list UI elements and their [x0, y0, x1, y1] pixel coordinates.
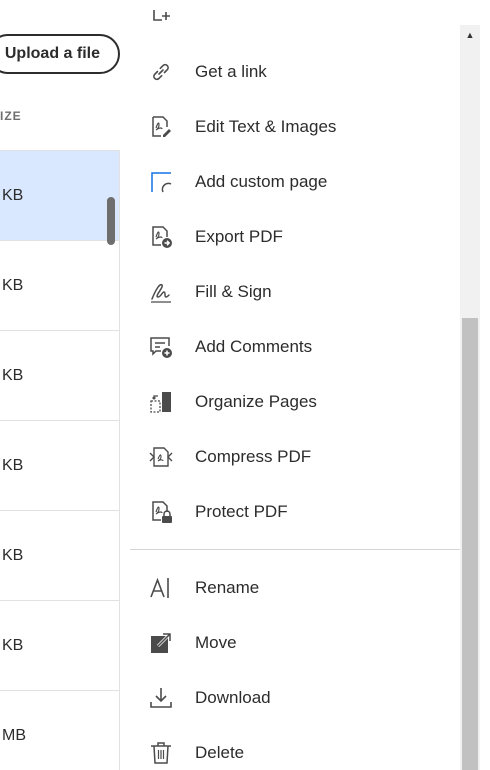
edit-pdf-icon [149, 115, 173, 139]
file-list-scroll-thumb[interactable] [107, 197, 115, 245]
menu-divider [130, 549, 460, 550]
scroll-up-arrow-icon[interactable]: ▲ [460, 25, 480, 45]
add-comment-icon [149, 335, 173, 359]
file-size: KB [2, 546, 24, 564]
menu-item-label: Delete [195, 742, 245, 762]
rename-icon [149, 576, 173, 600]
file-row[interactable]: KB [0, 511, 119, 601]
file-size: KB [2, 276, 24, 294]
menu-item-label: Fill & Sign [195, 281, 272, 301]
file-row[interactable]: KB [0, 421, 119, 511]
page-scroll-thumb[interactable] [462, 318, 478, 770]
menu-item-download[interactable]: Download [128, 670, 460, 725]
menu-item-label: Add custom page [195, 171, 328, 191]
file-row[interactable]: KB [0, 601, 119, 691]
fill-sign-icon [149, 280, 173, 304]
file-row[interactable]: KB [0, 331, 119, 421]
menu-item-label: Organize Pages [195, 391, 317, 411]
download-icon [149, 686, 173, 710]
menu-item-compress-pdf[interactable]: Compress PDF [128, 429, 460, 484]
menu-item-rename[interactable]: Rename [128, 560, 460, 615]
file-size: MB [2, 726, 26, 744]
upload-file-button[interactable]: Upload a file [0, 34, 120, 74]
menu-item-label: Download [195, 687, 271, 707]
file-context-menu: Get a link Edit Text & Images Add custom… [128, 0, 460, 770]
menu-item-delete[interactable]: Delete [128, 725, 460, 770]
menu-item-edit-text-images[interactable]: Edit Text & Images [128, 99, 460, 154]
link-icon [149, 60, 173, 84]
menu-item-organize-pages[interactable]: Organize Pages [128, 374, 460, 429]
file-size: KB [2, 366, 24, 384]
page-scrollbar[interactable]: ▲ [460, 25, 480, 770]
menu-item-get-a-link[interactable]: Get a link [128, 44, 460, 99]
move-icon [149, 631, 173, 655]
menu-item-export-pdf[interactable]: Export PDF [128, 209, 460, 264]
file-list-panel: Upload a file IZE KB KB KB KB KB KB MB [0, 0, 120, 770]
file-row[interactable]: MB [0, 691, 119, 770]
menu-item-add-custom-page[interactable]: Add custom page [128, 154, 460, 209]
menu-item-label: Export PDF [195, 226, 283, 246]
protect-pdf-icon [149, 500, 173, 524]
trash-icon [149, 741, 173, 765]
menu-item-label: Edit Text & Images [195, 116, 337, 136]
compress-pdf-icon [149, 445, 173, 469]
menu-item-move[interactable]: Move [128, 615, 460, 670]
file-size: KB [2, 186, 24, 204]
menu-item-add-comments[interactable]: Add Comments [128, 319, 460, 374]
file-row[interactable]: KB [0, 151, 119, 241]
menu-item-label: Get a link [195, 61, 267, 81]
menu-item-fill-sign[interactable]: Fill & Sign [128, 264, 460, 319]
file-size: KB [2, 456, 24, 474]
add-page-icon [149, 170, 173, 194]
file-size: KB [2, 636, 24, 654]
menu-item-label: Protect PDF [195, 501, 288, 521]
menu-item-label: Rename [195, 577, 260, 597]
menu-item-label: Move [195, 632, 237, 652]
menu-item-label: Add Comments [195, 336, 313, 356]
share-icon[interactable] [150, 8, 174, 28]
file-list: KB KB KB KB KB KB MB [0, 150, 120, 770]
menu-item-protect-pdf[interactable]: Protect PDF [128, 484, 460, 539]
file-row[interactable]: KB [0, 241, 119, 331]
export-pdf-icon [149, 225, 173, 249]
size-column-header[interactable]: IZE [0, 109, 22, 123]
menu-item-label: Compress PDF [195, 446, 312, 466]
organize-pages-icon [149, 390, 173, 414]
